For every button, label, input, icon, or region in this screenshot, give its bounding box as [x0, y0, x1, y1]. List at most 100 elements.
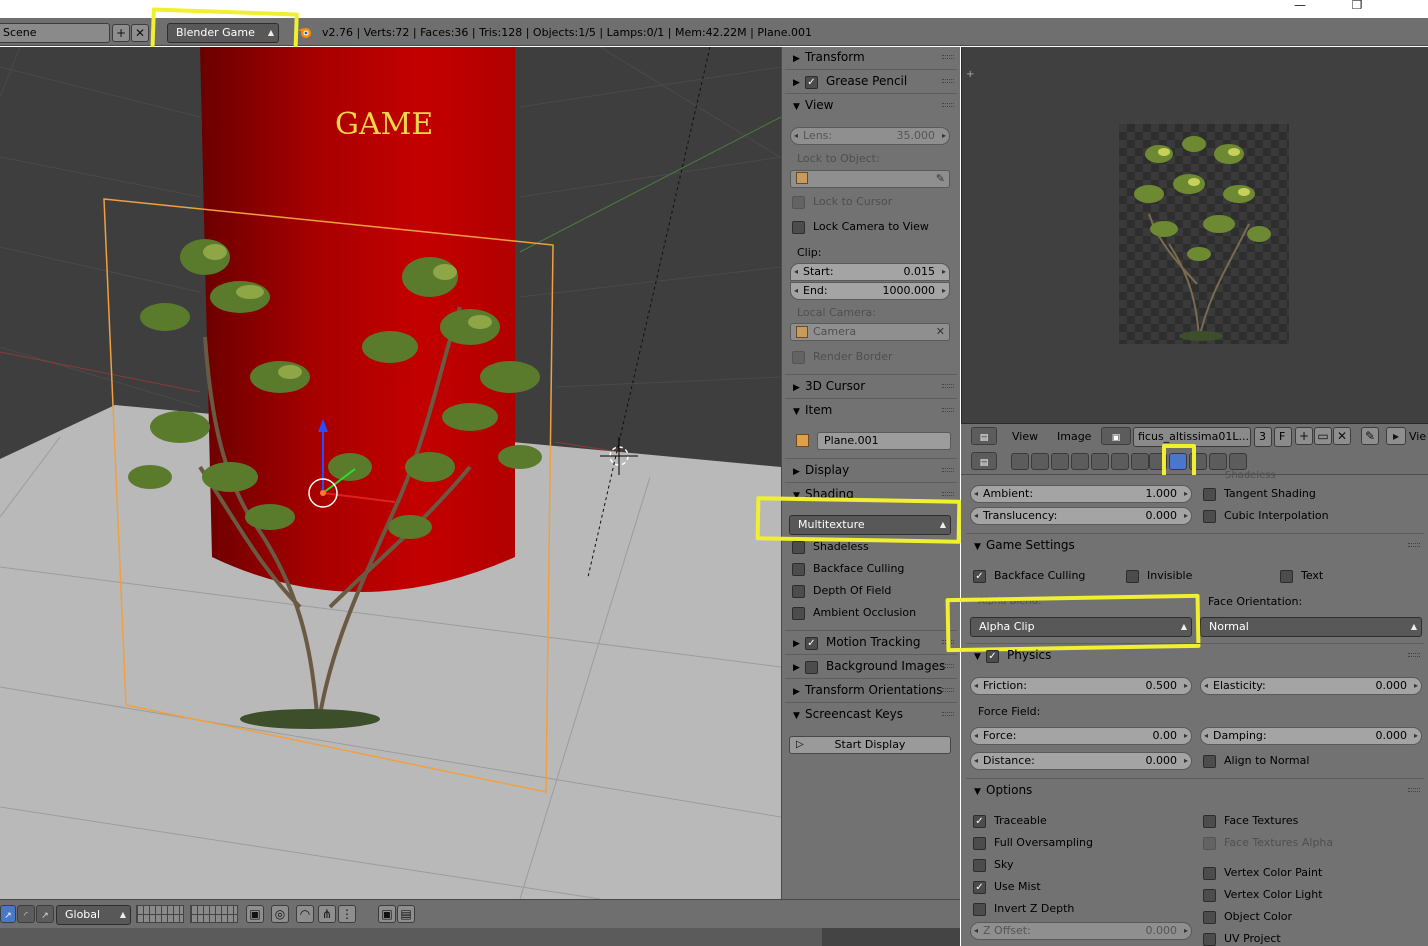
panel-screencast-keys[interactable]: ▼ Screencast Keys — [793, 704, 958, 724]
grip-icon[interactable] — [942, 55, 954, 59]
snap-icon[interactable]: ⋔ — [318, 905, 336, 923]
physics-toggle[interactable]: ✓ — [986, 649, 1007, 663]
panel-3d-cursor[interactable]: ▶ 3D Cursor — [793, 376, 958, 396]
image-menu[interactable]: Image — [1057, 430, 1091, 443]
grease-pencil-toggle[interactable]: ✓ — [805, 75, 826, 89]
face-textures-checkbox[interactable]: Face Textures — [1203, 814, 1298, 828]
panel-motion-tracking[interactable]: ▶ ✓ Motion Tracking — [793, 632, 958, 652]
lock-layers-icon[interactable]: ▣ — [246, 905, 264, 923]
grip-icon[interactable] — [942, 492, 954, 496]
particles-tab-icon[interactable] — [1209, 453, 1227, 470]
pin-icon[interactable]: ✎ — [1361, 427, 1379, 445]
shadeless-checkbox[interactable]: Shadeless — [792, 540, 869, 554]
layers-grid-2[interactable] — [190, 905, 238, 923]
plus-icon[interactable]: + — [966, 69, 974, 80]
render-layers-tab-icon[interactable] — [1031, 453, 1049, 470]
unlink-image-icon[interactable]: ✕ — [1333, 427, 1351, 445]
grip-icon[interactable] — [942, 79, 954, 83]
scale-manipulator-icon[interactable]: ↗ — [36, 905, 54, 923]
layers-grid-1[interactable] — [136, 905, 184, 923]
force-field[interactable]: Force: 0.00 — [970, 727, 1192, 745]
damping-field[interactable]: Damping: 0.000 — [1200, 727, 1422, 745]
backface-culling-checkbox[interactable]: Backface Culling — [792, 562, 904, 576]
z-offset-field[interactable]: Z Offset: 0.000 — [970, 922, 1192, 940]
grip-icon[interactable] — [942, 468, 954, 472]
grip-icon[interactable] — [942, 688, 954, 692]
transform-orientation-dropdown[interactable]: Global ▲ — [56, 905, 131, 925]
face-orientation-dropdown[interactable]: Normal ▲ — [1200, 617, 1422, 637]
friction-field[interactable]: Friction: 0.500 — [970, 677, 1192, 695]
panel-background-images[interactable]: ▶ Background Images — [793, 656, 958, 676]
panel-display[interactable]: ▶ Display — [793, 460, 958, 480]
grip-icon[interactable] — [1408, 653, 1420, 657]
ambient-occlusion-checkbox[interactable]: Ambient Occlusion — [792, 606, 916, 620]
add-scene-icon[interactable]: + — [112, 24, 130, 42]
fake-user-toggle[interactable]: F — [1274, 427, 1292, 447]
view-mode-icon[interactable]: ▸ — [1386, 427, 1406, 445]
lock-to-cursor-checkbox[interactable]: Lock to Cursor — [792, 195, 892, 209]
scene-tab-icon[interactable] — [1051, 453, 1069, 470]
local-camera-field[interactable]: Camera ✕ — [790, 323, 950, 341]
panel-options[interactable]: ▼ Options — [974, 780, 1424, 800]
grip-icon[interactable] — [942, 712, 954, 716]
grip-icon[interactable] — [942, 664, 954, 668]
grip-icon[interactable] — [1408, 543, 1420, 547]
render-tab-icon[interactable] — [1011, 453, 1029, 470]
timeline-strip[interactable] — [0, 928, 960, 946]
browse-image-icon[interactable]: ▣ — [1101, 427, 1131, 445]
lock-camera-checkbox[interactable]: Lock Camera to View — [792, 220, 929, 234]
view-menu[interactable]: View — [1012, 430, 1038, 443]
proportional-edit-icon[interactable]: ◎ — [271, 905, 289, 923]
distance-field[interactable]: Distance: 0.000 — [970, 752, 1192, 770]
cubic-interpolation-checkbox[interactable]: Cubic Interpolation — [1203, 509, 1329, 523]
constraints-tab-icon[interactable] — [1111, 453, 1129, 470]
face-textures-alpha-checkbox[interactable]: Face Textures Alpha — [1203, 836, 1333, 850]
minimize-icon[interactable]: — — [1285, 0, 1315, 12]
use-mist-checkbox[interactable]: ✓ Use Mist — [973, 880, 1041, 894]
panel-transform[interactable]: ▶ Transform — [793, 47, 958, 67]
panel-game-settings[interactable]: ▼ Game Settings — [974, 535, 1424, 555]
render-border-checkbox[interactable]: Render Border — [792, 350, 893, 364]
view-dropdown-cut[interactable]: Vie — [1409, 430, 1426, 443]
panel-physics[interactable]: ▼ ✓ Physics — [974, 645, 1424, 665]
traceable-checkbox[interactable]: ✓ Traceable — [973, 814, 1047, 828]
game-backface-culling-checkbox[interactable]: ✓ Backface Culling — [973, 569, 1085, 583]
start-display-button[interactable]: ▷ Start Display — [789, 736, 951, 754]
editor-type-icon[interactable]: ▤ — [971, 452, 997, 470]
open-image-icon[interactable]: ▭ — [1314, 427, 1332, 445]
eyedropper-icon[interactable]: ✎ — [936, 171, 945, 187]
text-checkbox[interactable]: Text — [1280, 569, 1323, 583]
editor-type-icon[interactable]: ▤ — [971, 427, 997, 445]
full-oversampling-checkbox[interactable]: Full Oversampling — [973, 836, 1093, 850]
clip-start-field[interactable]: Start: 0.015 — [790, 263, 950, 281]
lock-object-field[interactable]: ✎ — [790, 170, 950, 188]
scene-field[interactable]: Scene — [0, 23, 110, 43]
sky-checkbox[interactable]: Sky — [973, 858, 1013, 872]
invisible-checkbox[interactable]: Invisible — [1126, 569, 1192, 583]
grip-icon[interactable] — [942, 408, 954, 412]
grip-icon[interactable] — [942, 103, 954, 107]
vertex-color-light-checkbox[interactable]: Vertex Color Light — [1203, 888, 1323, 902]
new-image-icon[interactable]: + — [1295, 427, 1313, 445]
maximize-icon[interactable]: ❐ — [1342, 0, 1372, 12]
3d-viewport[interactable]: GAME — [0, 47, 781, 899]
object-color-checkbox[interactable]: Object Color — [1203, 910, 1292, 924]
translate-manipulator-icon[interactable]: ↗ — [0, 905, 16, 923]
object-name-field[interactable]: Plane.001 — [817, 432, 951, 450]
modifiers-tab-icon[interactable] — [1131, 453, 1149, 470]
physics-tab-icon[interactable] — [1229, 453, 1247, 470]
grip-icon[interactable] — [1408, 788, 1420, 792]
vertex-color-paint-checkbox[interactable]: Vertex Color Paint — [1203, 866, 1322, 880]
clear-icon[interactable]: ✕ — [936, 324, 945, 340]
snap-element-icon[interactable]: ⋮ — [338, 905, 356, 923]
panel-view[interactable]: ▼ View — [793, 95, 958, 115]
tangent-shading-checkbox[interactable]: Tangent Shading — [1203, 487, 1316, 501]
image-users-count[interactable]: 3 — [1254, 427, 1272, 447]
falloff-icon[interactable]: ◠ — [296, 905, 314, 923]
panel-grease-pencil[interactable]: ▶ ✓ Grease Pencil — [793, 71, 958, 91]
background-images-toggle[interactable] — [805, 660, 826, 674]
ambient-field[interactable]: Ambient: 1.000 — [970, 485, 1192, 503]
depth-of-field-checkbox[interactable]: Depth Of Field — [792, 584, 891, 598]
invert-z-depth-checkbox[interactable]: Invert Z Depth — [973, 902, 1074, 916]
panel-transform-orientations[interactable]: ▶ Transform Orientations — [793, 680, 958, 700]
